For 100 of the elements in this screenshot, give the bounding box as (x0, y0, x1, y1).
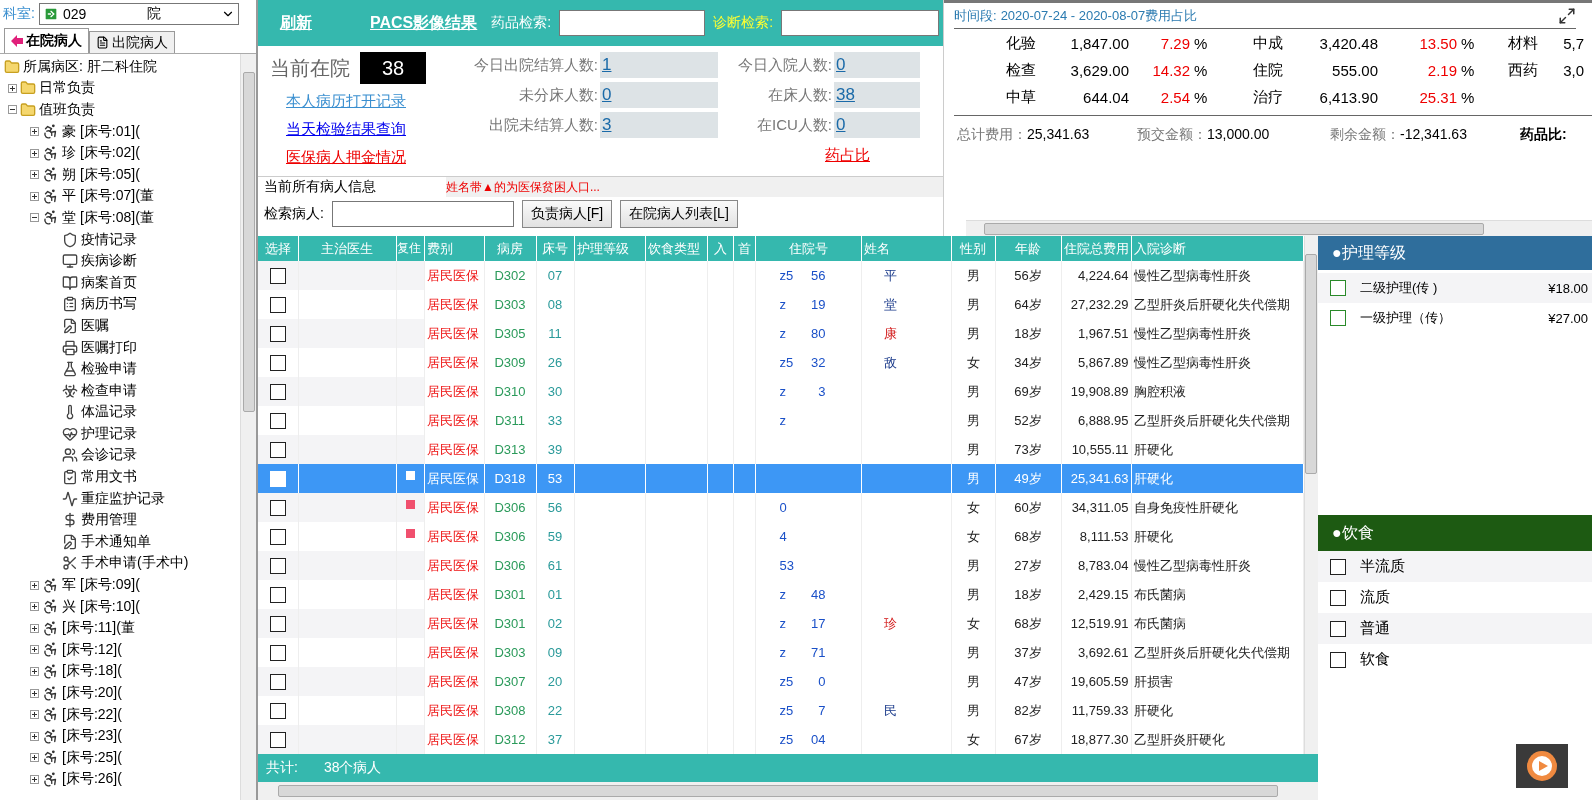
tree-item[interactable]: [床号:11](董 (62, 619, 135, 638)
row-checkbox[interactable] (269, 615, 286, 632)
row-checkbox[interactable] (269, 586, 286, 603)
nursing-checkbox[interactable] (1330, 310, 1346, 326)
collapse-icon[interactable] (30, 213, 39, 223)
tree-item[interactable]: [床号:25]( (62, 748, 122, 767)
tree-item[interactable]: 检查申请 (81, 381, 137, 400)
tree-item[interactable]: 珍 [床号:02]( (62, 144, 140, 163)
table-row[interactable]: 居民医保 D308 22 z5 7 民 男 82岁 11,759.33 肝硬化 (258, 696, 1303, 725)
row-checkbox[interactable] (269, 673, 286, 690)
expand-icon[interactable] (30, 774, 39, 784)
table-row[interactable]: 居民医保 D313 39 男 73岁 10,555.11 肝硬化 (258, 435, 1303, 464)
table-row[interactable]: 居民医保 D311 33 z 男 52岁 6,888.95 乙型肝炎后肝硬化失代偿期 (258, 406, 1303, 435)
tree-item[interactable]: [床号:22]( (62, 705, 122, 724)
horizontal-scrollbar[interactable] (258, 782, 1318, 800)
tree-item[interactable]: [床号:20]( (62, 684, 122, 702)
expand-icon[interactable] (30, 710, 39, 720)
row-checkbox[interactable] (269, 412, 286, 429)
tree-item[interactable]: 平 [床号:07](董 (62, 187, 154, 206)
row-checkbox[interactable] (269, 499, 286, 516)
expand-icon[interactable] (8, 83, 17, 93)
tree-item[interactable]: 值班负责 (39, 101, 95, 119)
table-row[interactable]: 居民医保 D302 07 z5 56 平 男 56岁 4,224.64 慢性乙型病毒性肝炎 (258, 261, 1303, 290)
row-checkbox[interactable] (269, 557, 286, 574)
tree-item[interactable]: [床号:18]( (62, 662, 122, 681)
row-checkbox[interactable] (269, 702, 286, 719)
tree-item[interactable]: 所属病区: 肝二科住院 (23, 57, 157, 76)
tree-item[interactable]: 堂 [床号:08](董 (62, 208, 154, 227)
table-row[interactable]: 居民医保 D306 61 53 男 27岁 8,783.04 慢性乙型病毒性肝炎 (258, 551, 1303, 580)
horizontal-scrollbar[interactable] (966, 220, 1592, 236)
patient-search-field[interactable] (331, 201, 514, 227)
expand-icon[interactable] (30, 148, 39, 158)
filter-button[interactable]: 负责病人[F] (521, 200, 613, 228)
stat-value[interactable]: 1 (600, 52, 718, 78)
table-row[interactable]: 居民医保 D301 01 z 48 男 18岁 2,429.15 布氏菌病 (258, 580, 1303, 609)
row-checkbox[interactable] (269, 528, 286, 545)
nursing-checkbox[interactable] (1330, 280, 1346, 296)
stat-value[interactable]: 0 (600, 82, 718, 108)
expand-icon[interactable] (30, 753, 39, 763)
expand-icon[interactable] (30, 666, 39, 676)
tree-item[interactable]: 病历书写 (81, 295, 137, 314)
expand-icon[interactable] (30, 170, 39, 180)
tree-item[interactable]: 会诊记录 (81, 446, 137, 465)
stat-value[interactable]: 3 (600, 112, 718, 138)
row-checkbox[interactable] (269, 731, 286, 748)
row-checkbox[interactable] (269, 383, 286, 400)
tree-item[interactable]: 医嘱打印 (81, 338, 137, 357)
table-row[interactable]: 居民医保 D305 11 z 80 康 男 18岁 1,967.51 慢性乙型病毒性肝炎 (258, 319, 1303, 348)
vertical-scrollbar[interactable] (240, 54, 256, 800)
quick-link[interactable]: 医保病人押金情况 (286, 146, 450, 168)
tree-item[interactable]: 手术申请(手术中) (81, 554, 189, 573)
tree-item[interactable]: 费用管理 (81, 511, 137, 530)
tree-item[interactable]: 护理记录 (81, 424, 137, 443)
quick-link[interactable]: 当天检验结果查询 (286, 118, 450, 140)
department-dropdown[interactable]: 029 院 (38, 3, 239, 25)
table-row[interactable]: 居民医保 D303 08 z 19 堂 男 64岁 27,232.29 乙型肝炎后肝硬化失代偿期 (258, 290, 1303, 319)
tree-item[interactable]: 体温记录 (81, 403, 137, 422)
tree-item[interactable]: 重症监护记录 (81, 489, 165, 508)
table-row[interactable]: 居民医保 D307 20 z5 0 男 47岁 19,605.59 肝损害 (258, 667, 1303, 696)
table-row[interactable]: 居民医保 D310 30 z 3 男 69岁 19,908.89 胸腔积液 (258, 377, 1303, 406)
quick-link[interactable]: 本人病历打开记录 (286, 90, 450, 112)
table-row[interactable]: 居民医保 D306 56 0 女 60岁 34,311.05 自身免疫性肝硬化 (258, 493, 1303, 522)
row-checkbox[interactable] (269, 644, 286, 661)
diet-checkbox[interactable] (1330, 651, 1346, 668)
stat-value[interactable]: 0 (834, 52, 920, 78)
expand-icon[interactable] (30, 602, 39, 612)
drug-ratio-link[interactable]: 药占比 (825, 146, 870, 165)
table-row[interactable]: 居民医保 D306 59 4 女 68岁 8,111.53 肝硬化 (258, 522, 1303, 551)
expand-icon[interactable] (30, 580, 39, 590)
expand-icon[interactable] (30, 645, 39, 655)
tree-item[interactable]: 医嘱 (81, 316, 109, 335)
tree-item[interactable]: [床号:12]( (62, 640, 122, 659)
tree-item[interactable]: 常用文书 (81, 468, 137, 487)
tree-item[interactable]: 军 [床号:09]( (62, 576, 140, 595)
table-row[interactable]: 居民医保 D309 26 z5 32 敌 女 34岁 5,867.89 慢性乙型病毒性肝炎 (258, 348, 1303, 377)
patient-tab[interactable]: 在院病人 (4, 28, 89, 53)
table-row[interactable]: 居民医保 D301 02 z 17 珍 女 68岁 12,519.91 布氏菌病 (258, 609, 1303, 638)
patient-tab[interactable]: 出院病人 (89, 31, 175, 53)
expand-icon[interactable] (30, 688, 39, 698)
row-checkbox[interactable] (269, 354, 286, 371)
diet-checkbox[interactable] (1330, 620, 1346, 637)
tree-item[interactable]: 病案首页 (81, 273, 137, 292)
tree-item[interactable]: 豪 [床号:01]( (62, 122, 140, 141)
tree-item[interactable]: 疫情记录 (81, 230, 137, 249)
drug-search-field[interactable] (559, 10, 706, 36)
expand-icon[interactable] (1558, 6, 1576, 25)
row-checkbox[interactable] (269, 296, 286, 313)
row-checkbox[interactable] (269, 267, 286, 284)
diet-checkbox[interactable] (1330, 589, 1346, 606)
tree-item[interactable]: 手术通知单 (81, 532, 151, 551)
stat-value[interactable]: 38 (834, 82, 920, 108)
diet-checkbox[interactable] (1330, 558, 1346, 575)
tree-item[interactable]: 兴 [床号:10]( (62, 597, 140, 616)
filter-button[interactable]: 在院病人列表[L] (620, 200, 738, 228)
expand-icon[interactable] (30, 731, 39, 741)
tree-item[interactable]: 朔 [床号:05]( (62, 165, 140, 184)
media-player-icon[interactable] (1516, 744, 1568, 788)
table-row[interactable]: 居民医保 D312 37 z5 04 女 67岁 18,877.30 乙型肝炎肝硬化 (258, 725, 1303, 754)
table-row[interactable]: 居民医保 D303 09 z 71 男 37岁 3,692.61 乙型肝炎后肝硬化失代偿期 (258, 638, 1303, 667)
expand-icon[interactable] (30, 127, 39, 137)
